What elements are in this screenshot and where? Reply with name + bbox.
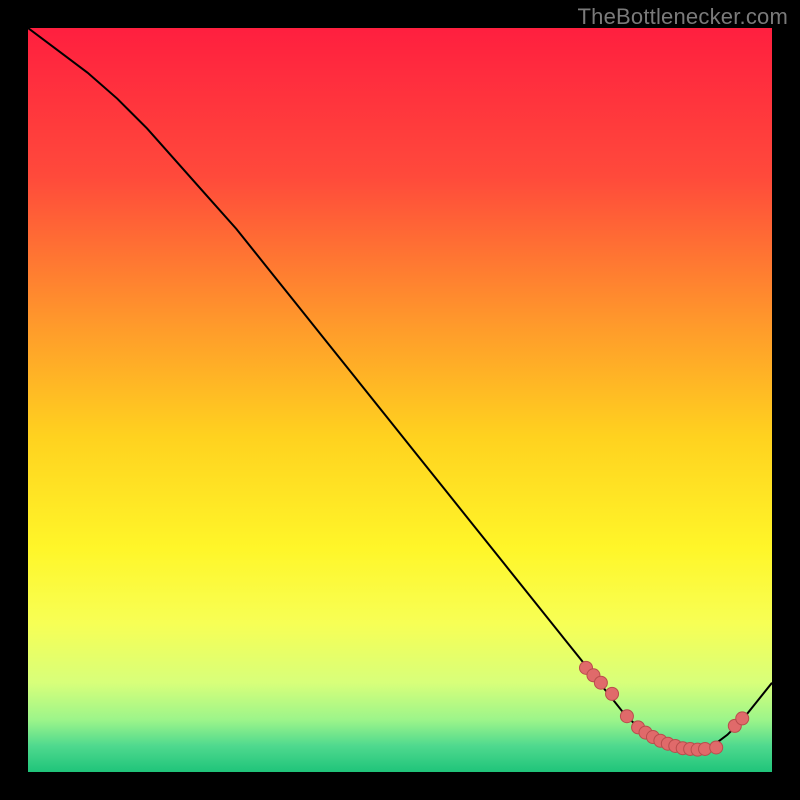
data-dot <box>710 741 723 754</box>
chart-plot-area <box>28 28 772 772</box>
gradient-background <box>28 28 772 772</box>
watermark-text: TheBottlenecker.com <box>578 4 788 30</box>
chart-svg <box>28 28 772 772</box>
chart-frame: TheBottlenecker.com <box>0 0 800 800</box>
data-dot <box>620 710 633 723</box>
data-dot <box>594 676 607 689</box>
data-dot <box>736 712 749 725</box>
data-dot <box>606 687 619 700</box>
